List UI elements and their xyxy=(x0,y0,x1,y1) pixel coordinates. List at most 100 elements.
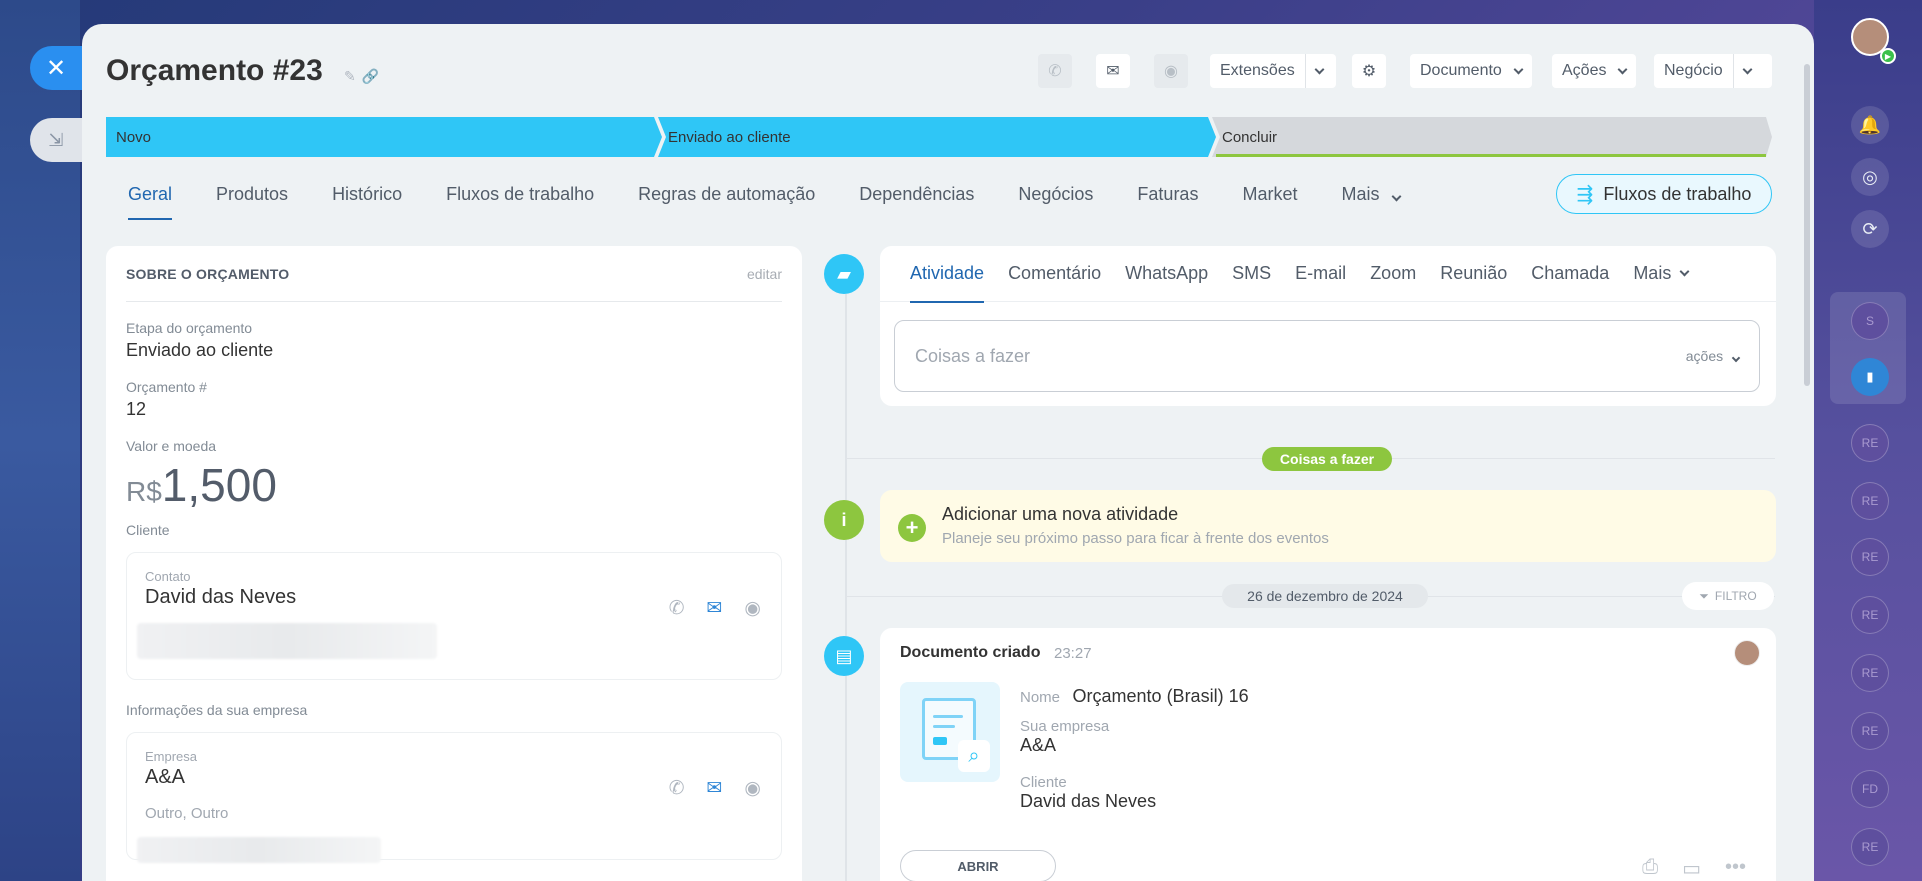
email-button[interactable]: ✉ xyxy=(1096,54,1130,88)
pencil-icon[interactable]: ✎ xyxy=(344,68,362,84)
todo-actions[interactable]: ações xyxy=(1686,348,1741,364)
blurred-contact-info xyxy=(137,623,437,659)
document-created-card: Documento criado 23:27 ⌕ Nome Orçamento … xyxy=(880,628,1776,881)
deal-button[interactable]: Negócio xyxy=(1654,54,1772,88)
chat-avatar-s[interactable]: S xyxy=(1851,302,1889,340)
settings-button[interactable]: ⚙ xyxy=(1352,54,1386,88)
chat-avatar[interactable]: RE xyxy=(1851,654,1889,692)
scrollbar[interactable] xyxy=(1804,64,1810,386)
tab-fluxos[interactable]: Fluxos de trabalho xyxy=(446,184,594,216)
activity-tabs: Atividade Comentário WhatsApp SMS E-mail… xyxy=(880,246,1776,303)
doc-company-value: A&A xyxy=(1020,735,1057,755)
avatar[interactable] xyxy=(1734,640,1760,666)
chat-icon[interactable]: ◉ xyxy=(744,597,761,620)
blurred-company-info xyxy=(137,837,381,863)
chat-button[interactable]: ◉ xyxy=(1154,54,1188,88)
stage-sent[interactable]: Enviado ao cliente xyxy=(658,117,791,157)
tab-market[interactable]: Market xyxy=(1242,184,1297,216)
stage-field-value[interactable]: Enviado ao cliente xyxy=(126,340,782,361)
tab-negocios[interactable]: Negócios xyxy=(1018,184,1093,216)
link-icon[interactable]: 🔗 xyxy=(362,68,385,84)
right-sidebar: ▶ 🔔 ◎ ⟳ S ▮ RE RE RE RE RE RE FD RE xyxy=(1814,0,1922,881)
stage-field-label: Etapa do orçamento xyxy=(126,320,253,336)
chevron-down-icon xyxy=(1391,191,1401,202)
chevron-down-icon xyxy=(1679,266,1690,277)
online-status-icon: ▶ xyxy=(1880,48,1896,64)
target-icon[interactable]: ◎ xyxy=(1851,158,1889,196)
tab-activity-mais[interactable]: Mais xyxy=(1633,246,1690,302)
tab-chamada[interactable]: Chamada xyxy=(1531,246,1609,302)
actions-label: Ações xyxy=(1562,62,1607,79)
doc-name-value[interactable]: Orçamento (Brasil) 16 xyxy=(1073,686,1249,706)
print-icon[interactable]: ⎙ xyxy=(1642,856,1658,881)
doc-name-label: Nome xyxy=(1020,689,1061,706)
chat-icon[interactable]: ◉ xyxy=(744,777,761,800)
tab-mais-label: Mais xyxy=(1341,184,1380,204)
minimize-slider-button[interactable]: ⇲ xyxy=(30,118,82,162)
more-icon[interactable]: ••• xyxy=(1725,856,1746,881)
tab-regras[interactable]: Regras de automação xyxy=(638,184,815,216)
chat-avatar[interactable]: RE xyxy=(1851,482,1889,520)
tab-historico[interactable]: Histórico xyxy=(332,184,402,216)
chat-avatar[interactable]: RE xyxy=(1851,828,1889,866)
doc-company-field: Sua empresa A&A xyxy=(1020,718,1109,756)
extensions-button[interactable]: Extensões xyxy=(1210,54,1336,88)
note-icon[interactable]: ▭ xyxy=(1682,856,1701,881)
tab-faturas[interactable]: Faturas xyxy=(1137,184,1198,216)
number-field-label: Orçamento # xyxy=(126,379,207,395)
stage-done-shape[interactable] xyxy=(1212,117,1772,157)
sync-icon[interactable]: ⟳ xyxy=(1851,210,1889,248)
workflows-button[interactable]: ⇶ Fluxos de trabalho xyxy=(1556,174,1772,214)
tab-atividade[interactable]: Atividade xyxy=(910,246,985,303)
info-bubble-icon: i xyxy=(824,500,864,540)
document-thumbnail[interactable]: ⌕ xyxy=(900,682,1000,782)
add-activity-card[interactable]: + Adicionar uma nova atividade Planeje s… xyxy=(880,490,1776,562)
tab-geral[interactable]: Geral xyxy=(128,184,173,220)
chat-avatar[interactable]: RE xyxy=(1851,712,1889,750)
chat-avatar[interactable]: FD xyxy=(1851,770,1889,808)
call-button[interactable]: ✆ xyxy=(1038,54,1072,88)
company-card: Empresa A&A Outro, Outro ✆ ✉ ◉ xyxy=(126,732,782,863)
tab-mais[interactable]: Mais xyxy=(1341,184,1401,216)
add-activity-subtitle: Planeje seu próximo passo para ficar à f… xyxy=(942,530,1329,547)
number-field-value[interactable]: 12 xyxy=(126,399,782,420)
workflow-icon: ⇶ xyxy=(1576,183,1594,206)
stage-new-shape[interactable] xyxy=(106,117,662,157)
chevron-down-icon[interactable] xyxy=(1304,54,1333,88)
amount-value[interactable]: R$1,500 xyxy=(126,458,782,512)
tab-sms[interactable]: SMS xyxy=(1232,246,1271,302)
chat-avatar[interactable]: RE xyxy=(1851,538,1889,576)
tab-zoom[interactable]: Zoom xyxy=(1370,246,1416,302)
phone-icon[interactable]: ✆ xyxy=(669,597,685,620)
about-card: SOBRE O ORÇAMENTO editar Etapa do orçame… xyxy=(106,246,802,881)
edit-link[interactable]: editar xyxy=(747,266,782,282)
stage-done[interactable]: Concluir xyxy=(1212,117,1277,157)
tab-email[interactable]: E-mail xyxy=(1295,246,1346,302)
tab-whatsapp[interactable]: WhatsApp xyxy=(1125,246,1208,302)
chat-avatar[interactable]: RE xyxy=(1851,596,1889,634)
bookmark-icon[interactable]: ▮ xyxy=(1851,358,1889,396)
doc-client-value[interactable]: David das Neves xyxy=(1020,791,1156,812)
envelope-icon[interactable]: ✉ xyxy=(706,597,722,620)
tab-produtos[interactable]: Produtos xyxy=(216,184,288,216)
todo-input[interactable]: Coisas a fazer ações xyxy=(894,320,1760,392)
phone-icon[interactable]: ✆ xyxy=(669,777,685,800)
filter-button[interactable]: ⏷ FILTRO xyxy=(1682,582,1774,610)
open-button[interactable]: ABRIR xyxy=(900,850,1056,881)
actions-button[interactable]: Ações xyxy=(1552,54,1636,88)
title-edit-icons: ✎🔗 xyxy=(344,68,385,85)
document-button[interactable]: Documento xyxy=(1410,54,1532,88)
tab-dependencias[interactable]: Dependências xyxy=(859,184,974,216)
close-slider-button[interactable]: ✕ xyxy=(30,46,82,90)
contact-card: Contato David das Neves ✆ ✉ ◉ xyxy=(126,552,782,680)
chat-avatar[interactable]: RE xyxy=(1851,424,1889,462)
doc-client-label: Cliente xyxy=(1020,774,1067,791)
envelope-icon[interactable]: ✉ xyxy=(706,777,722,800)
plus-icon[interactable]: + xyxy=(898,514,926,542)
bell-icon[interactable]: 🔔 xyxy=(1851,106,1889,144)
amount-field-label: Valor e moeda xyxy=(126,438,217,454)
stage-new[interactable]: Novo xyxy=(106,117,151,157)
tab-comentario[interactable]: Comentário xyxy=(1008,246,1101,302)
chevron-down-icon[interactable] xyxy=(1732,54,1761,88)
tab-reuniao[interactable]: Reunião xyxy=(1440,246,1507,302)
